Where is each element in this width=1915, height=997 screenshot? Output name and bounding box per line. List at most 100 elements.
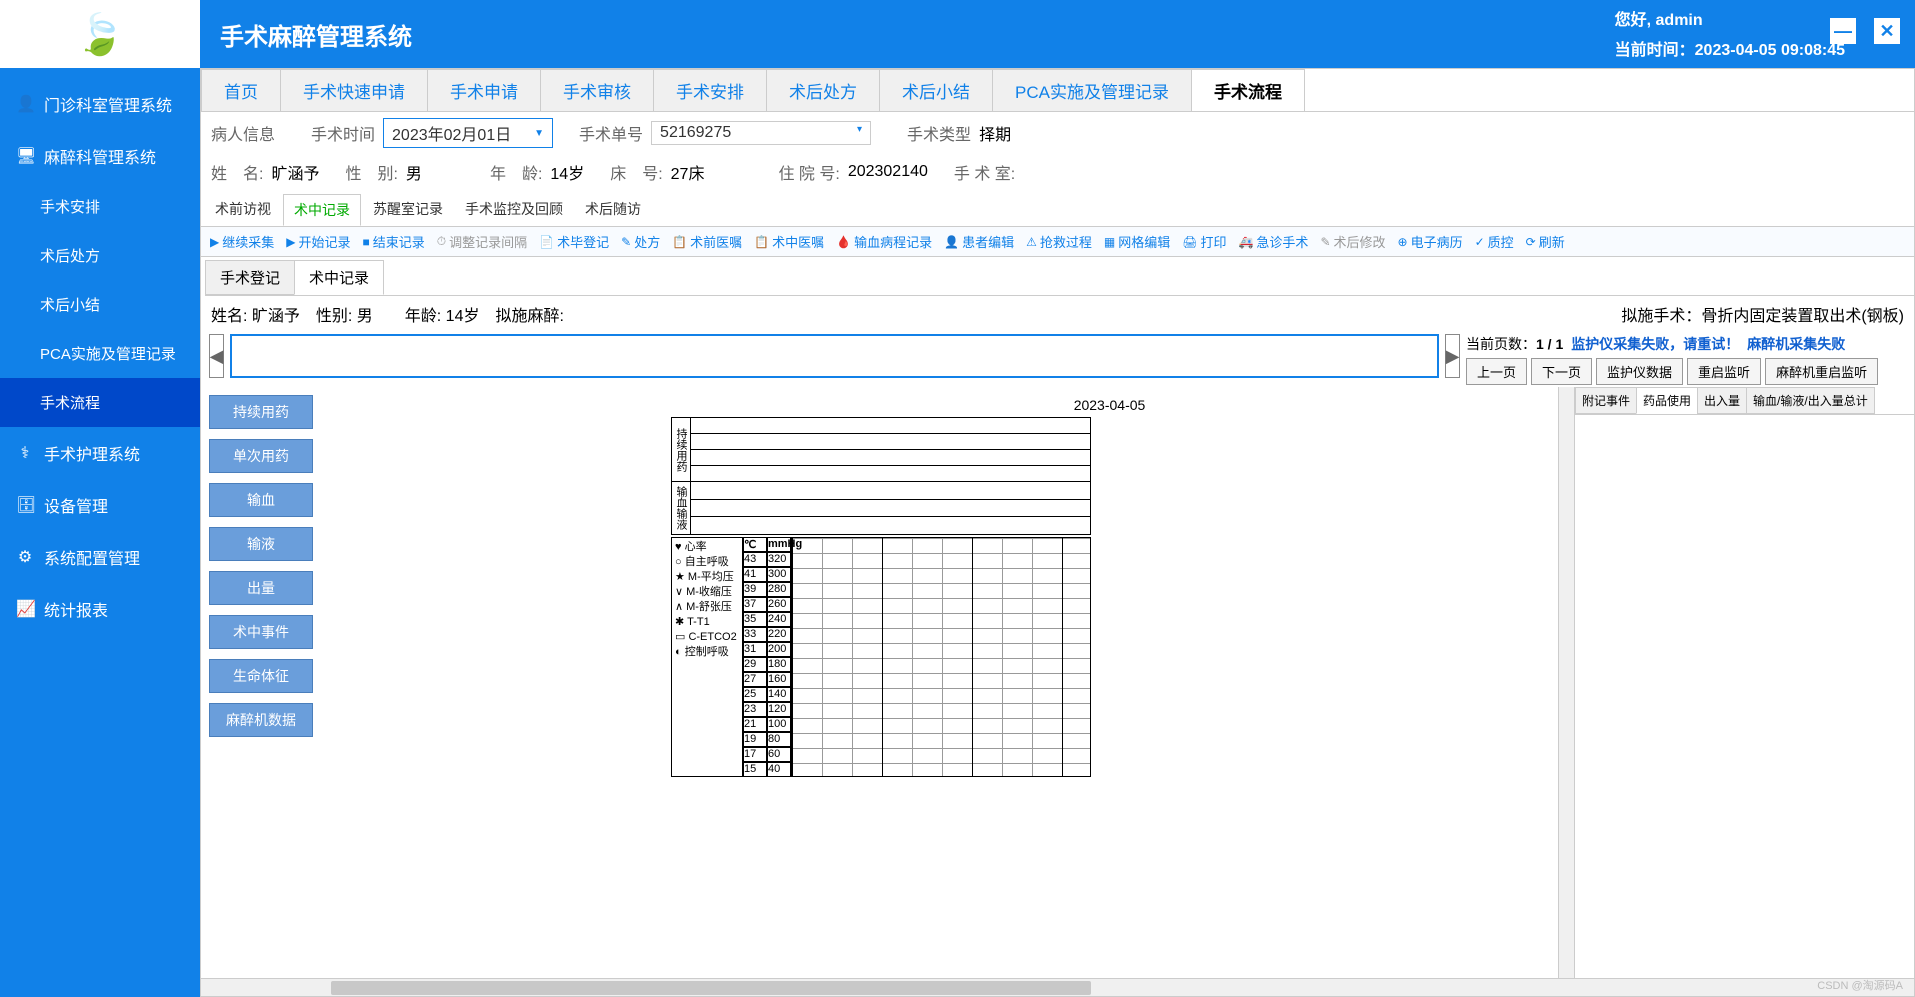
sidebar-sub-postrx[interactable]: 术后处方 bbox=[0, 231, 200, 280]
toolbar-btn-9[interactable]: 👤患者编辑 bbox=[939, 230, 1019, 253]
person-icon: 👤 bbox=[16, 94, 34, 114]
toolbar-btn-13[interactable]: 🚑急诊手术 bbox=[1233, 230, 1313, 253]
top-tab-5[interactable]: 术后处方 bbox=[766, 69, 880, 111]
med-btn-4[interactable]: 出量 bbox=[209, 571, 313, 605]
top-tab-8[interactable]: 手术流程 bbox=[1191, 69, 1305, 111]
sidebar-item-outpatient[interactable]: 👤门诊科室管理系统 bbox=[0, 78, 200, 130]
right-tab-3[interactable]: 输血/输液/出入量总计 bbox=[1746, 387, 1875, 414]
med-btn-3[interactable]: 输液 bbox=[209, 527, 313, 561]
patient-line: 姓名: 旷涵予 性别: 男 年龄: 14岁 拟施麻醉: 拟施手术：骨折内固定装置… bbox=[201, 296, 1914, 332]
chart-next-button[interactable]: ▶ bbox=[1445, 334, 1460, 378]
toolbar-btn-11[interactable]: ▦网格编辑 bbox=[1099, 230, 1175, 253]
med-btn-5[interactable]: 术中事件 bbox=[209, 615, 313, 649]
med-btn-1[interactable]: 单次用药 bbox=[209, 439, 313, 473]
toolbar-btn-5[interactable]: ✎处方 bbox=[616, 230, 665, 253]
toolbar-btn-4[interactable]: 📄术毕登记 bbox=[534, 230, 614, 253]
sidebar-sub-arrange[interactable]: 手术安排 bbox=[0, 182, 200, 231]
sub-tab-4[interactable]: 术后随访 bbox=[575, 194, 651, 226]
sex-label: 性 别: bbox=[345, 160, 397, 184]
toolbar-btn-16[interactable]: ✓质控 bbox=[1470, 230, 1519, 253]
order-no-select[interactable]: 52169275▾ bbox=[651, 121, 871, 145]
surgery-time-picker[interactable]: 2023年02月01日▼ bbox=[383, 118, 553, 148]
toolbar-btn-7[interactable]: 📋术中医嘱 bbox=[749, 230, 829, 253]
right-tab-2[interactable]: 出入量 bbox=[1697, 387, 1747, 414]
toolbar-btn-2[interactable]: ■结束记录 bbox=[358, 230, 430, 253]
age-value: 14岁 bbox=[550, 160, 584, 184]
sidebar-item-stats[interactable]: 📈统计报表 bbox=[0, 583, 200, 635]
toolbar-btn-17[interactable]: ⟳刷新 bbox=[1521, 230, 1570, 253]
pager-buttons: 上一页下一页监护仪数据重启监听麻醉机重启监听 bbox=[1466, 358, 1906, 385]
right-tab-1[interactable]: 药品使用 bbox=[1636, 387, 1698, 414]
chart-prev-button[interactable]: ◀ bbox=[209, 334, 224, 378]
patient-info-label: 病人信息 bbox=[211, 121, 275, 145]
scale-c-tick: 41 bbox=[743, 567, 767, 582]
sub-tab-1[interactable]: 术中记录 bbox=[283, 194, 361, 226]
scale-c-tick: 15 bbox=[743, 762, 767, 777]
main-content: 首页手术快速申请手术申请手术审核手术安排术后处方术后小结PCA实施及管理记录手术… bbox=[200, 68, 1915, 997]
top-tab-3[interactable]: 手术审核 bbox=[540, 69, 654, 111]
sidebar-item-anesthesia[interactable]: 🖥麻醉科管理系统 bbox=[0, 130, 200, 182]
type-value: 择期 bbox=[979, 121, 1011, 145]
toolbar-btn-15[interactable]: ⊕电子病历 bbox=[1393, 230, 1468, 253]
sidebar-item-nursing[interactable]: ⚕手术护理系统 bbox=[0, 427, 200, 479]
app-header: 🍃 手术麻醉管理系统 您好, admin 当前时间：2023-04-05 09:… bbox=[0, 0, 1915, 68]
monitor-icon: 🖥 bbox=[16, 146, 34, 166]
content-tabs: 手术登记术中记录 bbox=[205, 260, 1914, 296]
toolbar-btn-3: ⏱调整记录间隔 bbox=[432, 230, 532, 253]
top-tab-2[interactable]: 手术申请 bbox=[427, 69, 541, 111]
top-tab-4[interactable]: 手术安排 bbox=[653, 69, 767, 111]
minimize-button[interactable]: — bbox=[1830, 18, 1856, 44]
sidebar-sub-summary[interactable]: 术后小结 bbox=[0, 280, 200, 329]
scale-c-tick: 43 bbox=[743, 552, 767, 567]
toolbar-btn-8[interactable]: 🩸输血病程记录 bbox=[831, 230, 937, 253]
sidebar-item-config[interactable]: ⚙系统配置管理 bbox=[0, 531, 200, 583]
toolbar-icon: 📋 bbox=[672, 235, 687, 249]
sub-tab-0[interactable]: 术前访视 bbox=[205, 194, 281, 226]
device-icon: 🗄 bbox=[16, 495, 34, 515]
order-no-label: 手术单号 bbox=[579, 121, 643, 145]
room-label: 手 术 室: bbox=[954, 160, 1015, 184]
toolbar-icon: 📋 bbox=[754, 235, 769, 249]
legend-item: ★ M-平均压 bbox=[675, 570, 739, 585]
pager-btn-4[interactable]: 麻醉机重启监听 bbox=[1765, 358, 1878, 385]
top-tab-6[interactable]: 术后小结 bbox=[879, 69, 993, 111]
close-button[interactable]: ✕ bbox=[1874, 18, 1900, 44]
sidebar-sub-pca[interactable]: PCA实施及管理记录 bbox=[0, 329, 200, 378]
toolbar-btn-6[interactable]: 📋术前医嘱 bbox=[667, 230, 747, 253]
chart-text-input[interactable] bbox=[230, 334, 1439, 378]
toolbar-btn-0[interactable]: ▶继续采集 bbox=[205, 230, 279, 253]
pager-btn-0[interactable]: 上一页 bbox=[1466, 358, 1527, 385]
logo: 🍃 bbox=[0, 0, 200, 68]
horizontal-scrollbar[interactable] bbox=[201, 978, 1914, 996]
greeting: 您好, admin bbox=[1615, 6, 1845, 30]
content-tab-1[interactable]: 术中记录 bbox=[294, 260, 384, 295]
vertical-scrollbar[interactable] bbox=[1558, 387, 1574, 978]
right-tab-0[interactable]: 附记事件 bbox=[1575, 387, 1637, 414]
sidebar-item-device[interactable]: 🗄设备管理 bbox=[0, 479, 200, 531]
patient-line-left: 姓名: 旷涵予 性别: 男 年龄: 14岁 拟施麻醉: bbox=[211, 302, 1621, 326]
med-btn-6[interactable]: 生命体征 bbox=[209, 659, 313, 693]
sub-tab-2[interactable]: 苏醒室记录 bbox=[363, 194, 453, 226]
pager-btn-2[interactable]: 监护仪数据 bbox=[1596, 358, 1683, 385]
med-btn-7[interactable]: 麻醉机数据 bbox=[209, 703, 313, 737]
med-btn-2[interactable]: 输血 bbox=[209, 483, 313, 517]
scale-c-tick: 25 bbox=[743, 687, 767, 702]
med-btn-0[interactable]: 持续用药 bbox=[209, 395, 313, 429]
legend-item: ∧ M-舒张压 bbox=[675, 600, 739, 615]
content-tab-0[interactable]: 手术登记 bbox=[205, 260, 295, 295]
pager-btn-1[interactable]: 下一页 bbox=[1531, 358, 1592, 385]
anesthesia-warning: 麻醉机采集失败 bbox=[1747, 334, 1845, 354]
top-tab-1[interactable]: 手术快速申请 bbox=[280, 69, 428, 111]
sidebar-sub-flow[interactable]: 手术流程 bbox=[0, 378, 200, 427]
top-tab-0[interactable]: 首页 bbox=[201, 69, 281, 111]
sub-tab-3[interactable]: 手术监控及回顾 bbox=[455, 194, 573, 226]
toolbar-btn-12[interactable]: 🖨打印 bbox=[1177, 230, 1231, 253]
pager-btn-3[interactable]: 重启监听 bbox=[1687, 358, 1761, 385]
toolbar-btn-10[interactable]: ⚠抢救过程 bbox=[1021, 230, 1097, 253]
chart-icon: 📈 bbox=[16, 599, 34, 619]
top-tab-7[interactable]: PCA实施及管理记录 bbox=[992, 69, 1192, 111]
app-title: 手术麻醉管理系统 bbox=[220, 17, 412, 52]
page-info: 当前页数：1 / 1 监护仪采集失败，请重试！ 麻醉机采集失败 上一页下一页监护… bbox=[1466, 334, 1906, 385]
toolbar-btn-1[interactable]: ▶开始记录 bbox=[281, 230, 355, 253]
leaf-icon: 🍃 bbox=[75, 11, 125, 58]
